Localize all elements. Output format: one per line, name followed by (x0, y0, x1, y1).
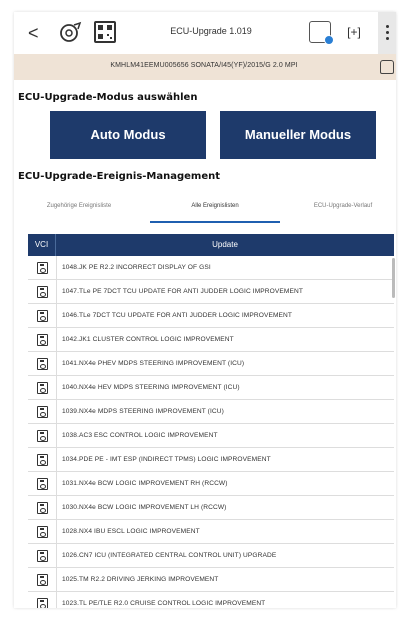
expand-icon[interactable]: [+] (345, 23, 363, 41)
vehicle-info-bar: KMHLM41EEMU005656 SONATA/I45(YF)/2015/G … (14, 54, 396, 80)
vci-device-icon (37, 574, 48, 586)
car-icon[interactable] (380, 60, 394, 74)
vci-device-icon (37, 262, 48, 274)
tab-all-events[interactable]: Alle Ereignislisten (150, 197, 280, 223)
tab-related-events[interactable]: Zugehörige Ereignisliste (18, 197, 140, 223)
update-name: 1028.NX4 IBU ESCL LOGIC IMPROVEMENT (62, 528, 200, 535)
update-name: 1038.AC3 ESC CONTROL LOGIC IMPROVEMENT (62, 432, 218, 439)
update-name: 1030.NX4e BCW LOGIC IMPROVEMENT LH (RCCW… (62, 504, 227, 511)
update-name: 1039.NX4e MDPS STEERING IMPROVEMENT (ICU… (62, 408, 224, 415)
vci-device-icon (37, 454, 48, 466)
table-row[interactable]: 1048.JK PE R2.2 INCORRECT DISPLAY OF GSI (28, 256, 394, 280)
app-window: < ECU-Upgrade 1.019 [+] KMHLM41EEMU00565… (14, 12, 396, 608)
vci-device-icon (37, 382, 48, 394)
vci-device-icon (37, 502, 48, 514)
vci-device-icon (37, 430, 48, 442)
update-name: 1031.NX4e BCW LOGIC IMPROVEMENT RH (RCCW… (62, 480, 228, 487)
table-row[interactable]: 1047.TLe PE 7DCT TCU UPDATE FOR ANTI JUD… (28, 280, 394, 304)
table-row[interactable]: 1025.TM R2.2 DRIVING JERKING IMPROVEMENT (28, 568, 394, 592)
vci-device-icon (37, 310, 48, 322)
update-name: 1023.TL PE/TLE R2.0 CRUISE CONTROL LOGIC… (62, 600, 266, 607)
column-header-vci: VCI (28, 234, 56, 256)
event-section-title: ECU-Upgrade-Ereignis-Management (18, 171, 221, 182)
vci-device-icon (37, 526, 48, 538)
update-name: 1025.TM R2.2 DRIVING JERKING IMPROVEMENT (62, 576, 219, 583)
event-tabs: Zugehörige Ereignisliste Alle Ereignisli… (14, 197, 396, 223)
vci-device-icon (37, 334, 48, 346)
table-row[interactable]: 1046.TLe 7DCT TCU UPDATE FOR ANTI JUDDER… (28, 304, 394, 328)
mode-section-title: ECU-Upgrade-Modus auswählen (18, 92, 198, 103)
table-row[interactable]: 1023.TL PE/TLE R2.0 CRUISE CONTROL LOGIC… (28, 592, 394, 608)
qr-code-icon[interactable] (94, 21, 116, 43)
active-tab-indicator (150, 221, 280, 223)
auto-mode-button[interactable]: Auto Modus (50, 111, 206, 159)
table-scrollbar[interactable] (392, 258, 395, 298)
vehicle-settings-icon[interactable] (58, 21, 84, 45)
table-row[interactable]: 1040.NX4e HEV MDPS STEERING IMPROVEMENT … (28, 376, 394, 400)
table-row[interactable]: 1038.AC3 ESC CONTROL LOGIC IMPROVEMENT (28, 424, 394, 448)
update-name: 1034.PDE PE - IMT ESP (INDIRECT TPMS) LO… (62, 456, 271, 463)
manual-mode-button[interactable]: Manueller Modus (220, 111, 376, 159)
tab-upgrade-history[interactable]: ECU-Upgrade-Verlauf (290, 197, 396, 223)
column-header-update: Update (212, 240, 238, 249)
vci-device-icon (37, 550, 48, 562)
table-row[interactable]: 1026.CN7 ICU (INTEGRATED CENTRAL CONTROL… (28, 544, 394, 568)
table-row[interactable]: 1039.NX4e MDPS STEERING IMPROVEMENT (ICU… (28, 400, 394, 424)
back-icon[interactable]: < (28, 22, 46, 44)
table-row[interactable]: 1041.NX4e PHEV MDPS STEERING IMPROVEMENT… (28, 352, 394, 376)
vci-device-icon (37, 358, 48, 370)
update-name: 1048.JK PE R2.2 INCORRECT DISPLAY OF GSI (62, 264, 211, 271)
title-bar: < ECU-Upgrade 1.019 [+] (14, 12, 396, 54)
update-name: 1041.NX4e PHEV MDPS STEERING IMPROVEMENT… (62, 360, 245, 367)
more-menu-icon[interactable] (378, 12, 396, 54)
table-row[interactable]: 1034.PDE PE - IMT ESP (INDIRECT TPMS) LO… (28, 448, 394, 472)
ecu-status-dot (324, 35, 334, 45)
update-name: 1040.NX4e HEV MDPS STEERING IMPROVEMENT … (62, 384, 240, 391)
ecu-device-icon[interactable] (309, 21, 334, 45)
table-row[interactable]: 1030.NX4e BCW LOGIC IMPROVEMENT LH (RCCW… (28, 496, 394, 520)
vci-device-icon (37, 598, 48, 608)
update-table: VCI Update 1048.JK PE R2.2 INCORRECT DIS… (28, 234, 394, 608)
vci-device-icon (37, 286, 48, 298)
vci-device-icon (37, 478, 48, 490)
update-name: 1046.TLe 7DCT TCU UPDATE FOR ANTI JUDDER… (62, 312, 293, 319)
update-name: 1026.CN7 ICU (INTEGRATED CENTRAL CONTROL… (62, 552, 277, 559)
vehicle-info-text: KMHLM41EEMU005656 SONATA/I45(YF)/2015/G … (110, 62, 298, 69)
vci-device-icon (37, 406, 48, 418)
table-header: VCI Update (28, 234, 394, 256)
update-name: 1042.JK1 CLUSTER CONTROL LOGIC IMPROVEME… (62, 336, 234, 343)
update-name: 1047.TLe PE 7DCT TCU UPDATE FOR ANTI JUD… (62, 288, 303, 295)
table-row[interactable]: 1028.NX4 IBU ESCL LOGIC IMPROVEMENT (28, 520, 394, 544)
window-title: ECU-Upgrade 1.019 (170, 26, 252, 36)
table-row[interactable]: 1042.JK1 CLUSTER CONTROL LOGIC IMPROVEME… (28, 328, 394, 352)
table-row[interactable]: 1031.NX4e BCW LOGIC IMPROVEMENT RH (RCCW… (28, 472, 394, 496)
